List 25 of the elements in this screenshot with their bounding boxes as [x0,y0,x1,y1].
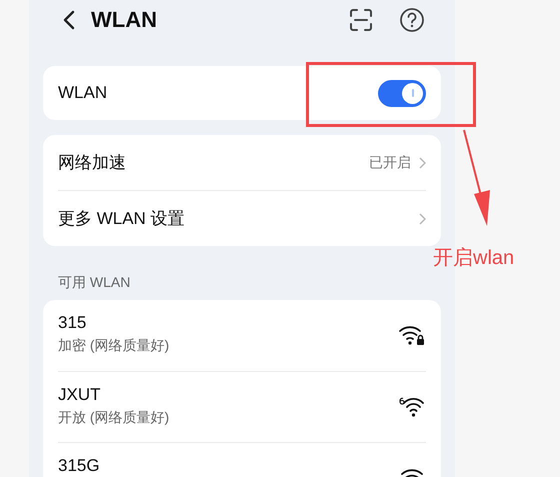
back-button[interactable] [63,10,75,30]
help-icon[interactable] [399,7,425,33]
section-heading: 可用 WLAN [58,273,132,292]
network-row[interactable]: 315 加密 (网络质量好) [58,300,426,371]
chevron-icon [419,156,426,168]
network-row[interactable]: 315G [58,442,426,477]
setting-label: 网络加速 [58,152,126,174]
setting-value: 已开启 [369,154,411,172]
chevron-icon [419,212,426,224]
network-name: JXUT [58,385,102,405]
page-title: WLAN [91,7,157,33]
settings-row[interactable]: 更多 WLAN 设置 [58,190,426,246]
wifi-lock-icon [398,324,426,348]
wifi-6-icon [398,395,426,419]
network-name: 315G [58,456,100,476]
scan-icon[interactable] [349,8,373,32]
wlan-label: WLAN [58,83,108,103]
network-detail: 加密 (网络质量好) [58,337,170,355]
annotation-label: 开启wlan [433,246,514,271]
network-row[interactable]: JXUT 开放 (网络质量好) [58,371,426,442]
setting-label: 更多 WLAN 设置 [58,208,185,230]
network-name: 315 [58,313,88,333]
wlan-toggle[interactable] [378,80,426,106]
settings-row[interactable]: 网络加速 已开启 [58,135,426,190]
network-detail: 开放 (网络质量好) [58,409,170,427]
